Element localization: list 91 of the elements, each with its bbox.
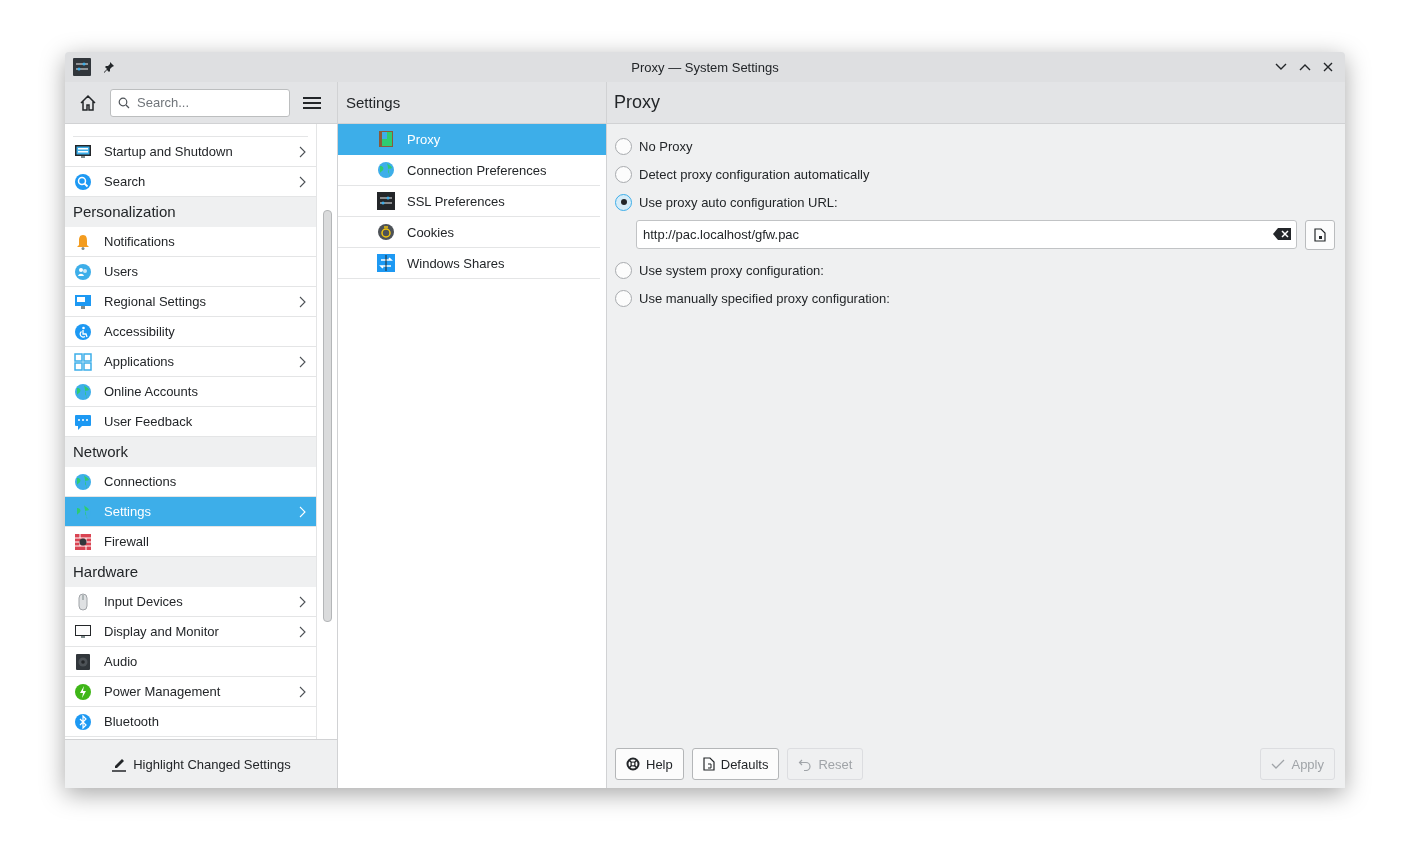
item-label: Regional Settings <box>104 294 207 309</box>
sidebar-item[interactable]: Applications <box>65 347 316 377</box>
radio-button[interactable] <box>615 289 632 307</box>
document-icon <box>1314 228 1326 242</box>
item-label: Notifications <box>104 234 176 249</box>
category-header: Hardware <box>65 557 316 587</box>
search-icon <box>74 172 92 191</box>
search-icon <box>118 96 130 109</box>
defaults-button[interactable]: Defaults <box>691 748 780 780</box>
speech-bubble-icon <box>74 412 92 431</box>
brick-wall-icon <box>74 532 92 551</box>
item-label: User Feedback <box>104 414 194 429</box>
undo-icon <box>798 757 813 771</box>
sliders-icon <box>377 192 395 210</box>
radio-button[interactable] <box>615 137 632 155</box>
sidebar-item[interactable]: Notifications <box>65 227 316 257</box>
sidebar-item[interactable]: Bluetooth <box>65 707 316 737</box>
item-label: Search <box>104 174 147 189</box>
sidebar-item[interactable]: Input Devices <box>65 587 316 617</box>
item-label: Input Devices <box>104 594 184 609</box>
item-label: Online Accounts <box>104 384 199 399</box>
monitor-icon <box>74 292 92 311</box>
people-icon <box>74 262 92 281</box>
item-label: Startup and Shutdown <box>104 144 234 159</box>
option-label: Use proxy auto configuration URL: <box>639 194 838 210</box>
sidebar-item[interactable]: Audio <box>65 647 316 677</box>
page-title: Proxy <box>614 92 660 113</box>
home-icon[interactable] <box>79 93 97 112</box>
clear-icon[interactable] <box>1273 228 1291 240</box>
document-icon <box>702 757 715 771</box>
close-icon[interactable] <box>1323 62 1333 72</box>
share-icon <box>377 254 395 272</box>
list-item[interactable]: Windows Shares <box>338 248 600 279</box>
lifebuoy-icon <box>626 757 640 771</box>
item-label: SSL Preferences <box>407 193 505 209</box>
monitor-icon <box>74 622 92 641</box>
scrollbar-thumb[interactable] <box>323 210 332 622</box>
grid-icon <box>74 352 92 371</box>
item-label: Power Management <box>104 684 222 699</box>
option-label: No Proxy <box>639 138 693 154</box>
item-label: Proxy <box>407 131 441 147</box>
option-label: Detect proxy configuration automatically <box>639 166 870 182</box>
panel-title: Settings <box>346 94 401 111</box>
pin-icon[interactable] <box>103 61 115 73</box>
lightning-icon <box>74 682 92 701</box>
radio-button[interactable] <box>615 261 632 279</box>
sidebar-item[interactable]: Startup and Shutdown <box>65 137 316 167</box>
list-item[interactable]: Connection Preferences <box>338 155 600 186</box>
file-button[interactable] <box>1305 220 1335 250</box>
item-label: Windows Shares <box>407 255 505 271</box>
door-icon <box>377 130 395 148</box>
sidebar-item[interactable]: Accessibility <box>65 317 316 347</box>
option-label: Use system proxy configuration: <box>639 262 824 278</box>
list-item[interactable]: SSL Preferences <box>338 186 600 217</box>
item-label: Connection Preferences <box>407 162 547 178</box>
sidebar-item[interactable]: Regional Settings <box>65 287 316 317</box>
category-header: Network <box>65 437 316 467</box>
monitor-icon <box>74 142 92 161</box>
item-label: Display and Monitor <box>104 624 220 639</box>
item-label: Applications <box>104 354 176 369</box>
marker-icon <box>111 756 128 772</box>
item-label: Connections <box>104 474 178 489</box>
radio-button[interactable] <box>615 165 632 183</box>
list-item[interactable]: Cookies <box>338 217 600 248</box>
item-label: Firewall <box>104 534 150 549</box>
item-label: Audio <box>104 654 139 669</box>
maximize-icon[interactable] <box>1299 63 1311 71</box>
window-title: Proxy — System Settings <box>631 59 779 75</box>
option-label: Use manually specified proxy configuration: <box>639 290 890 306</box>
help-button[interactable]: Help <box>615 748 684 780</box>
sidebar-item[interactable]: Display and Monitor <box>65 617 316 647</box>
item-label: Cookies <box>407 224 454 240</box>
check-icon <box>1271 757 1286 771</box>
sliders-icon <box>73 58 91 76</box>
speaker-icon <box>74 652 92 671</box>
sidebar-item[interactable]: Power Management <box>65 677 316 707</box>
item-label: Users <box>104 264 139 279</box>
minimize-icon[interactable] <box>1275 63 1287 71</box>
accessibility-icon <box>74 322 92 341</box>
sidebar-item[interactable]: Online Accounts <box>65 377 316 407</box>
item-label: Accessibility <box>104 324 176 339</box>
cookie-icon <box>377 223 395 241</box>
bluetooth-icon <box>74 712 92 731</box>
search-field[interactable]: Search... <box>110 88 290 117</box>
url-field[interactable]: http://pac.localhost/gfw.pac <box>636 220 1297 249</box>
sidebar-item[interactable]: Users <box>65 257 316 287</box>
radio-button[interactable] <box>615 193 632 211</box>
item-label: Settings <box>104 504 152 519</box>
category-header: Personalization <box>65 197 316 227</box>
item-label: Bluetooth <box>104 714 160 729</box>
menu-icon[interactable] <box>303 95 321 110</box>
